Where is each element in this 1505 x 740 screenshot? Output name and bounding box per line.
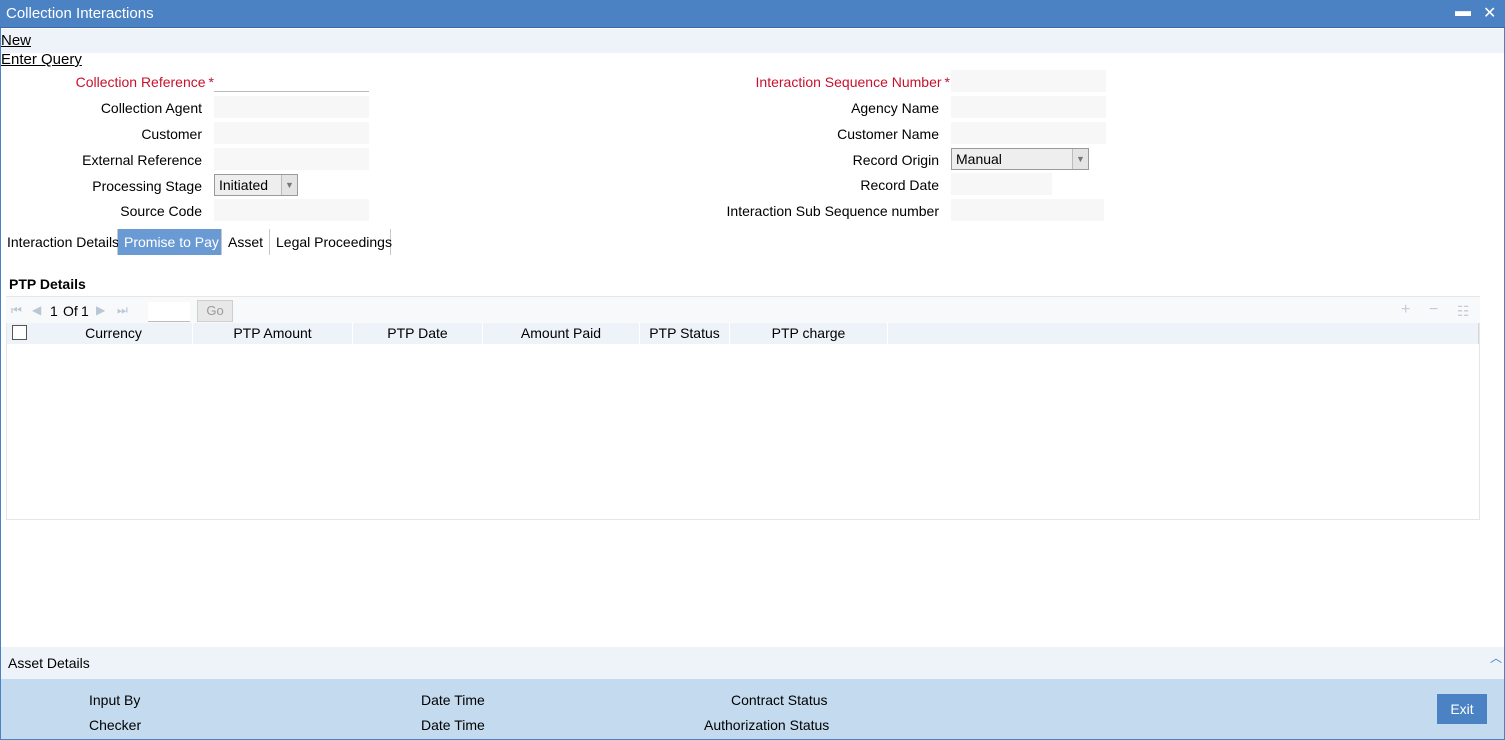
processing-stage-value: Initiated (219, 177, 269, 193)
add-row-icon[interactable]: + (1401, 301, 1410, 319)
interaction-sequence-number-input[interactable] (951, 70, 1106, 92)
customer-name-input[interactable] (951, 122, 1106, 144)
asset-details-label: Asset Details (8, 655, 90, 671)
tab-asset[interactable]: Asset (222, 229, 270, 255)
processing-stage-label: Processing Stage (92, 178, 202, 194)
record-origin-value: Manual (956, 151, 1002, 167)
single-view-icon[interactable]: ☷ (1457, 303, 1470, 320)
processing-stage-select[interactable]: Initiated ▼ (214, 174, 298, 196)
record-origin-select[interactable]: Manual ▼ (951, 148, 1089, 170)
external-reference-input[interactable] (214, 148, 369, 170)
source-code-label: Source Code (120, 203, 202, 219)
interaction-sequence-number-label: Interaction Sequence Number * (755, 74, 950, 90)
select-all-checkbox[interactable] (12, 325, 27, 340)
checker-date-time-label: Date Time (421, 717, 485, 733)
next-page-icon[interactable]: ▶ (96, 303, 105, 317)
contract-status-label: Contract Status (731, 692, 828, 708)
current-page: 1 (50, 303, 58, 319)
asset-details-bar[interactable]: Asset Details ︿ (1, 647, 1504, 679)
chevron-down-icon: ▼ (281, 175, 297, 195)
ptp-details-title: PTP Details (9, 276, 86, 292)
new-link[interactable]: New (1, 32, 31, 49)
agency-name-label: Agency Name (851, 100, 939, 116)
interaction-sub-sequence-number-input[interactable] (951, 199, 1104, 221)
total-pages: 1 (81, 303, 89, 319)
external-reference-label: External Reference (82, 152, 202, 168)
column-header-ptp-amount[interactable]: PTP Amount (193, 323, 353, 344)
record-date-label: Record Date (860, 177, 939, 193)
delete-row-icon[interactable]: − (1429, 301, 1438, 319)
collection-reference-input[interactable] (214, 70, 369, 92)
minimize-icon[interactable]: ▬ (1455, 3, 1471, 21)
record-date-input[interactable] (951, 173, 1052, 195)
collection-reference-label: Collection Reference * (75, 74, 214, 90)
customer-name-label: Customer Name (837, 126, 939, 142)
first-page-icon[interactable]: ⏮ (11, 303, 22, 318)
chevron-down-icon: ▼ (1072, 149, 1088, 169)
close-icon[interactable]: ✕ (1483, 3, 1496, 23)
input-by-label: Input By (89, 692, 141, 708)
customer-label: Customer (141, 126, 202, 142)
toolbar-strip (1, 29, 1504, 53)
authorization-status-label: Authorization Status (704, 717, 830, 733)
tab-interaction-details[interactable]: Interaction Details (1, 229, 119, 255)
collection-agent-label: Collection Agent (100, 100, 202, 116)
agency-name-input[interactable] (951, 96, 1106, 118)
go-button[interactable]: Go (197, 300, 233, 322)
source-code-input[interactable] (214, 199, 369, 221)
tab-promise-to-pay[interactable]: Promise to Pay (118, 229, 222, 255)
page-number-input[interactable] (148, 302, 190, 322)
column-header-amount-paid[interactable]: Amount Paid (483, 323, 640, 344)
page-of-label: Of (63, 303, 78, 319)
interaction-sub-sequence-number-label: Interaction Sub Sequence number (726, 203, 939, 219)
collection-agent-input[interactable] (214, 96, 369, 118)
enter-query-link[interactable]: Enter Query (1, 51, 82, 68)
column-header-ptp-date[interactable]: PTP Date (353, 323, 483, 344)
window-title: Collection Interactions (6, 5, 154, 22)
input-date-time-label: Date Time (421, 692, 485, 708)
record-origin-label: Record Origin (852, 152, 939, 168)
column-header-ptp-charge[interactable]: PTP charge (730, 323, 888, 344)
customer-input[interactable] (214, 122, 369, 144)
tab-legal-proceedings[interactable]: Legal Proceedings (270, 229, 392, 255)
previous-page-icon[interactable]: ◀ (32, 303, 41, 317)
collapse-icon[interactable]: ︿ (1490, 649, 1502, 666)
checker-label: Checker (89, 717, 142, 733)
column-header-currency[interactable]: Currency (35, 323, 193, 344)
last-page-icon[interactable]: ⏭ (117, 303, 128, 318)
column-header-ptp-status[interactable]: PTP Status (640, 323, 730, 344)
window-titlebar: Collection Interactions ▬ ✕ (0, 0, 1505, 28)
exit-button[interactable]: Exit (1437, 694, 1487, 724)
